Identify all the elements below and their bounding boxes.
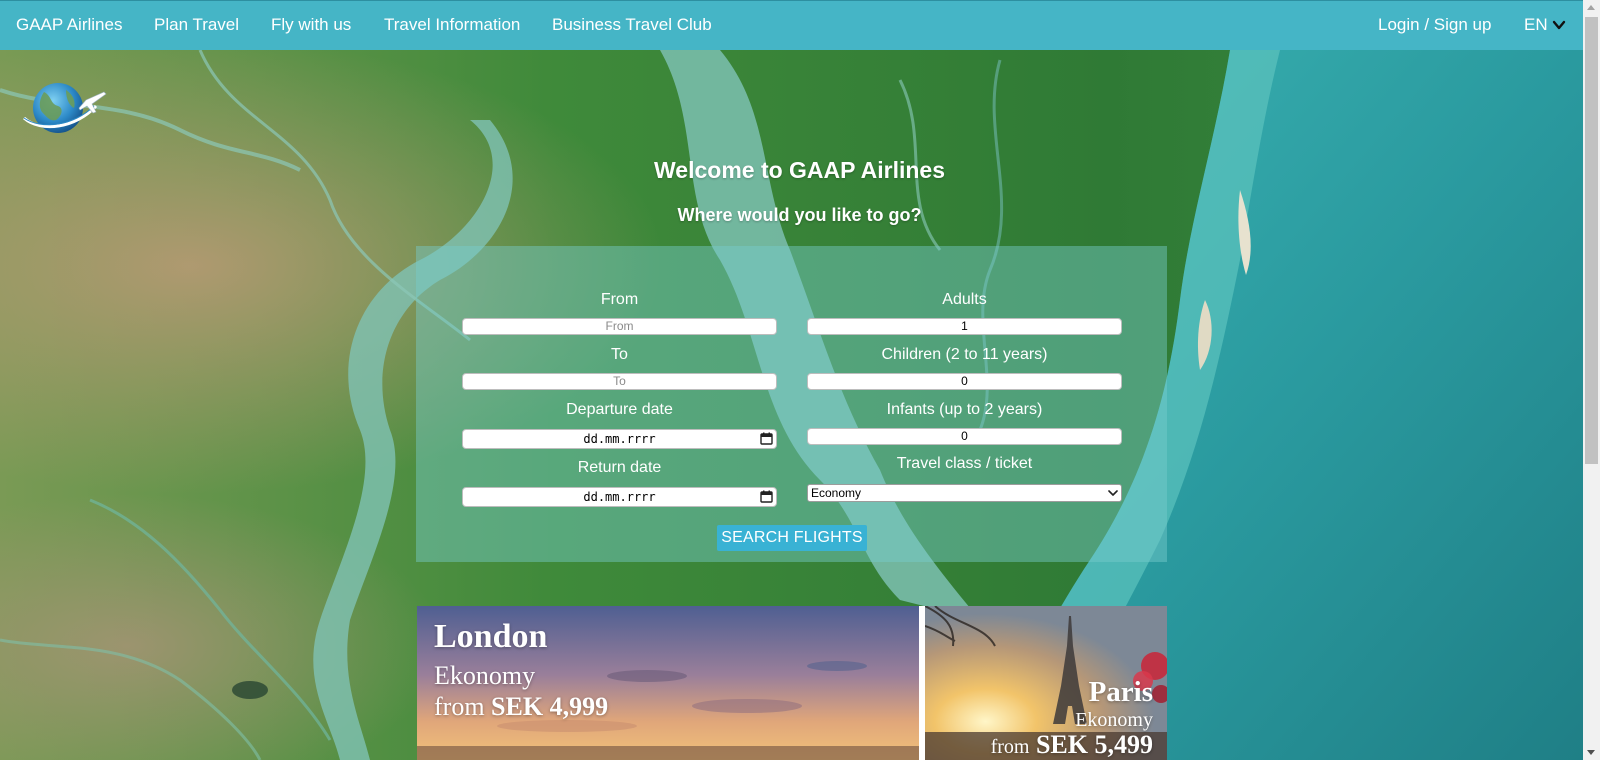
adults-label: Adults	[942, 291, 987, 308]
hero-subtitle: Where would you like to go?	[677, 205, 922, 225]
chevron-down-icon	[1552, 20, 1565, 30]
calendar-icon[interactable]	[760, 432, 773, 445]
infants-label: Infants (up to 2 years)	[886, 401, 1043, 418]
travel-class-label: Travel class / ticket	[896, 455, 1033, 472]
calendar-icon[interactable]	[760, 490, 773, 503]
chevron-down-icon	[1108, 490, 1118, 496]
hero-title: Welcome to GAAP Airlines	[654, 157, 945, 183]
nav-link-business-travel-club[interactable]: Business Travel Club	[552, 15, 712, 35]
london-fare-class: Ekonomy	[434, 661, 536, 690]
return-date-label: Return date	[577, 459, 662, 476]
travel-class-select[interactable]: Economy	[807, 484, 1122, 502]
return-date-value: dd.mm.rrrr	[583, 490, 656, 504]
infants-input[interactable]: 0	[807, 428, 1122, 445]
paris-price-value: SEK 5,499	[1035, 730, 1153, 759]
scroll-up-arrow-icon[interactable]	[1587, 5, 1595, 10]
return-date-input[interactable]: dd.mm.rrrr	[462, 487, 777, 507]
deal-card-paris[interactable]: Paris Ekonomy from SEK 5,499	[925, 606, 1167, 760]
departure-date-input[interactable]: dd.mm.rrrr	[462, 429, 777, 449]
scrollbar-thumb[interactable]	[1585, 17, 1598, 464]
london-price-value: SEK 4,999	[491, 692, 609, 721]
language-label: EN	[1524, 15, 1548, 34]
travel-class-value: Economy	[811, 486, 862, 500]
page: GAAP Airlines Plan Travel Fly with us Tr…	[0, 0, 1600, 760]
from-label: From	[600, 291, 639, 308]
nav-link-travel-information[interactable]: Travel Information	[384, 15, 520, 35]
globe-airplane-logo[interactable]	[16, 78, 108, 138]
login-signup-link[interactable]: Login / Sign up	[1378, 15, 1491, 35]
flight-search-form: From From To To Departure date dd.mm.rrr…	[416, 246, 1167, 562]
top-navigation-bar: GAAP Airlines Plan Travel Fly with us Tr…	[0, 0, 1583, 50]
paris-fare-class: Ekonomy	[1075, 709, 1153, 731]
london-city-name: London	[434, 618, 548, 655]
paris-price: from SEK 5,499	[991, 730, 1153, 760]
departure-date-value: dd.mm.rrrr	[583, 432, 656, 446]
deal-card-london[interactable]: London Ekonomy from SEK 4,999	[417, 606, 919, 760]
children-label: Children (2 to 11 years)	[881, 346, 1048, 363]
to-label: To	[611, 346, 628, 363]
paris-price-prefix: from	[990, 736, 1030, 758]
to-input[interactable]: To	[462, 373, 777, 390]
london-price: from SEK 4,999	[434, 692, 608, 722]
scroll-down-arrow-icon[interactable]	[1587, 750, 1595, 755]
from-input[interactable]: From	[462, 318, 777, 335]
london-price-prefix: from	[434, 692, 485, 721]
adults-input[interactable]: 1	[807, 318, 1122, 335]
nav-link-fly-with-us[interactable]: Fly with us	[271, 15, 351, 35]
children-input[interactable]: 0	[807, 373, 1122, 390]
nav-link-plan-travel[interactable]: Plan Travel	[154, 15, 239, 35]
paris-city-name: Paris	[1088, 676, 1153, 708]
departure-date-label: Departure date	[566, 401, 673, 418]
page-scrollbar[interactable]	[1583, 0, 1600, 760]
language-selector[interactable]: EN	[1524, 15, 1566, 35]
nav-brand-link[interactable]: GAAP Airlines	[16, 15, 122, 35]
search-flights-button[interactable]: SEARCH FLIGHTS	[717, 525, 867, 551]
